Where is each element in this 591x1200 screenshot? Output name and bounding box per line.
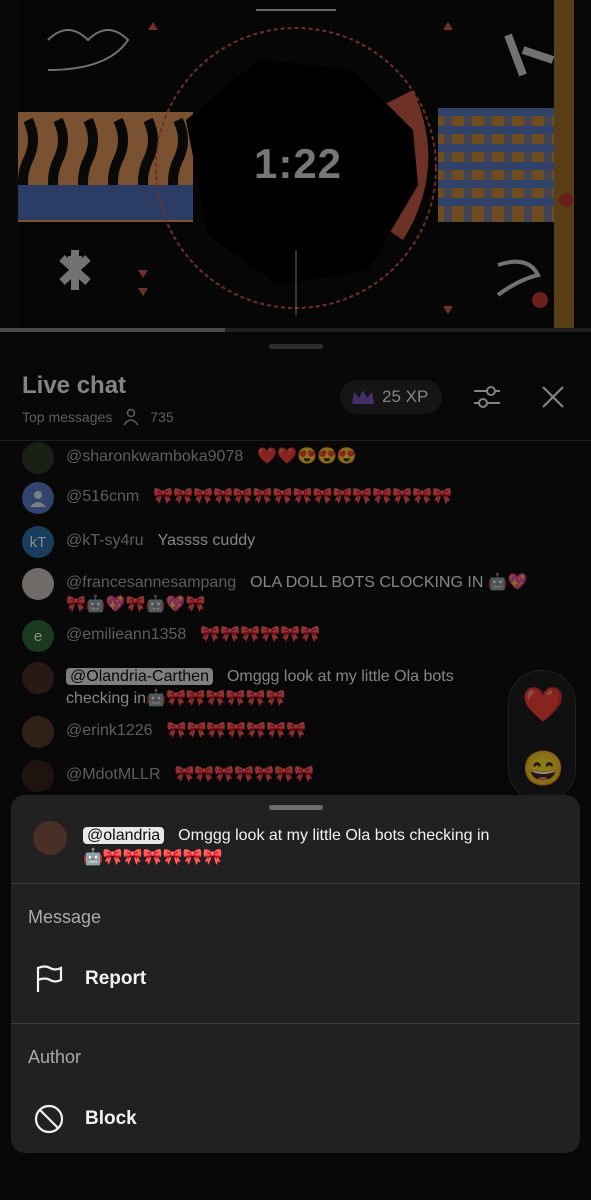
smile-reaction[interactable]: 😄 [522, 749, 564, 789]
sheet-divider [11, 883, 580, 884]
xp-badge[interactable]: 25 XP [340, 380, 443, 414]
block-icon [34, 1104, 64, 1134]
avatar [33, 821, 67, 855]
message-text: 🎀🎀🎀🎀🎀🎀 [200, 626, 320, 643]
message-text: Omggg look at my little Ola bots checkin… [178, 827, 490, 844]
selected-message: @olandria Omggg look at my little Ola bot… [33, 821, 563, 869]
message-section-label: Message [28, 907, 102, 927]
chat-message[interactable]: @sharonkwamboka9078 ❤️❤️😍😍😍 [22, 442, 562, 474]
message-text-continued: 🤖🎀🎀🎀🎀🎀🎀 [83, 849, 223, 866]
message-text-continued: 🎀🤖💖🎀🤖💖🎀 [66, 596, 206, 613]
chat-message[interactable]: @erink1226 🎀🎀🎀🎀🎀🎀🎀 [22, 716, 562, 748]
message-author[interactable]: @erink1226 [66, 722, 153, 739]
message-author[interactable]: @516cnm [66, 488, 139, 505]
drag-handle[interactable] [268, 344, 323, 349]
chat-header: Live chat Top messages 735 [22, 372, 174, 426]
reaction-bar: ❤️ 😄 [508, 670, 576, 802]
message-actions-sheet: @olandria Omggg look at my little Ola bot… [11, 795, 580, 1153]
heart-reaction[interactable]: ❤️ [522, 685, 564, 725]
chat-message[interactable]: @francesannesampang OLA DOLL BOTS CLOCKIN… [22, 568, 562, 616]
avatar: e [22, 620, 54, 652]
avatar [22, 568, 54, 600]
close-icon[interactable] [538, 382, 568, 412]
message-text: 🎀🎀🎀🎀🎀🎀🎀 [166, 722, 306, 739]
chat-message[interactable]: e @emilieann1358 🎀🎀🎀🎀🎀🎀 [22, 620, 562, 652]
chat-message[interactable]: @Olandria-Carthen Omggg look at my little… [22, 662, 562, 710]
avatar [22, 716, 54, 748]
chat-message[interactable]: kT @kT-sy4ru Yassss cuddy [22, 526, 562, 558]
chat-message[interactable]: @MdotMLLR 🎀🎀🎀🎀🎀🎀🎀 [22, 760, 562, 792]
message-author[interactable]: @kT-sy4ru [66, 532, 144, 549]
xp-label: 25 XP [382, 387, 429, 406]
message-text: Yassss cuddy [157, 532, 256, 549]
message-author[interactable]: @MdotMLLR [66, 766, 161, 783]
crown-icon [352, 390, 374, 404]
message-author[interactable]: @emilieann1358 [66, 626, 186, 643]
person-icon [123, 408, 139, 426]
block-button[interactable]: Block [33, 1103, 137, 1135]
message-text: 🎀🎀🎀🎀🎀🎀🎀🎀🎀🎀🎀🎀🎀🎀🎀 [153, 488, 452, 505]
sheet-divider [11, 1023, 580, 1024]
chat-mode-label[interactable]: Top messages [22, 409, 112, 425]
chat-message[interactable]: @516cnm 🎀🎀🎀🎀🎀🎀🎀🎀🎀🎀🎀🎀🎀🎀🎀 [22, 482, 562, 514]
sheet-drag-handle[interactable] [268, 805, 323, 810]
avatar: kT [22, 526, 54, 558]
message-text: ❤️❤️😍😍😍 [257, 448, 357, 465]
chat-header-divider [0, 440, 591, 441]
message-author-owner[interactable]: @Olandria-Carthen [66, 668, 213, 685]
message-author-owner: @olandria [83, 827, 165, 844]
countdown-timer: 1:22 [253, 140, 343, 187]
avatar [22, 760, 54, 792]
avatar [22, 482, 54, 514]
message-text: 🎀🎀🎀🎀🎀🎀🎀 [174, 766, 314, 783]
avatar [22, 662, 54, 694]
message-text-continued: checking in🤖🎀🎀🎀🎀🎀🎀 [66, 690, 286, 707]
author-section-label: Author [28, 1047, 82, 1067]
avatar [22, 442, 54, 474]
message-author[interactable]: @francesannesampang [66, 574, 236, 591]
message-text: OLA DOLL BOTS CLOCKING IN 🤖💖 [250, 574, 528, 591]
message-text: Omggg look at my little Ola bots [226, 668, 454, 685]
filter-icon[interactable] [472, 382, 502, 412]
block-label: Block [85, 1108, 137, 1129]
chat-subtitle[interactable]: Top messages 735 [22, 408, 174, 426]
report-label: Report [85, 968, 147, 989]
chat-title: Live chat [22, 372, 127, 399]
video-player[interactable]: 1:22 [0, 0, 591, 332]
report-button[interactable]: Report [33, 963, 146, 995]
flag-icon [36, 965, 63, 992]
viewer-count: 735 [150, 409, 174, 425]
message-author[interactable]: @sharonkwamboka9078 [66, 448, 243, 465]
default-avatar-icon [30, 491, 46, 507]
